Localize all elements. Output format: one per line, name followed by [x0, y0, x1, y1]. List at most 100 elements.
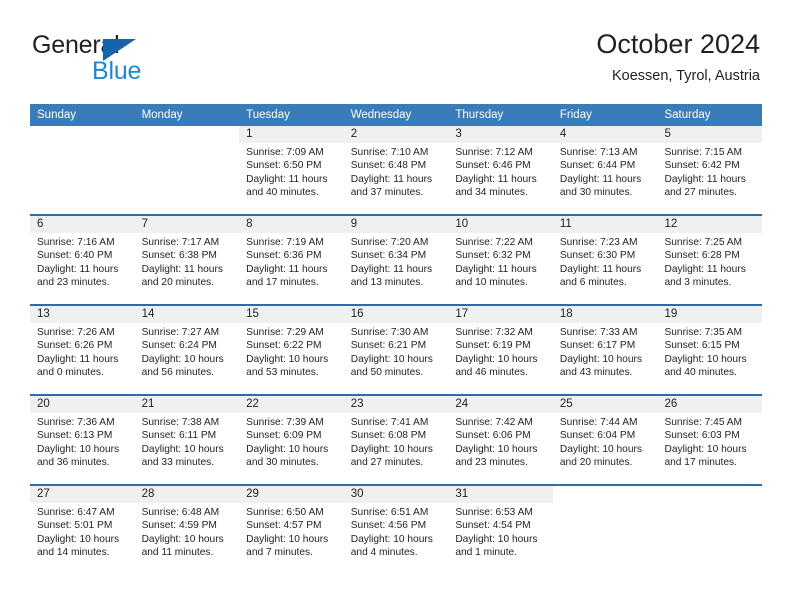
day-number: 26: [664, 398, 678, 410]
day-cell[interactable]: 10 Sunrise: 7:22 AM Sunset: 6:32 PM Dayligh…: [448, 216, 553, 304]
day-cell[interactable]: 3 Sunrise: 7:12 AM Sunset: 6:46 PM Daylight…: [448, 126, 553, 214]
day-number: 5: [664, 128, 671, 140]
daylight-text-line2: and 4 minutes.: [350, 546, 418, 558]
day-cell[interactable]: 26 Sunrise: 7:45 AM Sunset: 6:03 PM Dayligh…: [657, 396, 763, 484]
sunset-text: Sunset: 5:01 PM: [37, 520, 113, 532]
daylight-text-line1: Daylight: 11 hours: [246, 173, 328, 185]
day-cell[interactable]: 9 Sunrise: 7:20 AM Sunset: 6:34 PM Daylight…: [343, 216, 449, 304]
day-number-band: 31: [448, 486, 553, 503]
day-sun-info: Sunrise: 7:15 AM Sunset: 6:42 PM Daylight:…: [657, 143, 762, 199]
day-cell[interactable]: 1 Sunrise: 7:09 AM Sunset: 6:50 PM Daylight…: [239, 126, 344, 214]
day-sun-info: Sunrise: 7:41 AM Sunset: 6:08 PM Daylight:…: [344, 413, 449, 469]
day-cell[interactable]: 7 Sunrise: 7:17 AM Sunset: 6:38 PM Daylight…: [134, 216, 240, 304]
day-number-band: 29: [239, 486, 344, 503]
day-number: 4: [559, 128, 567, 140]
day-cell[interactable]: 21 Sunrise: 7:38 AM Sunset: 6:11 PM Dayligh…: [134, 396, 240, 484]
day-cell[interactable]: 16 Sunrise: 7:30 AM Sunset: 6:21 PM Dayligh…: [343, 306, 449, 394]
daylight-text-line1: Daylight: 11 hours: [141, 263, 223, 275]
sunset-text: Sunset: 6:28 PM: [664, 250, 740, 262]
day-sun-info: Sunrise: 7:38 AM Sunset: 6:11 PM Daylight:…: [135, 413, 240, 469]
day-cell[interactable]: 23 Sunrise: 7:41 AM Sunset: 6:08 PM Dayligh…: [343, 396, 449, 484]
day-number: 1: [246, 128, 253, 140]
day-cell[interactable]: 13 Sunrise: 7:26 AM Sunset: 6:26 PM Dayligh…: [30, 306, 135, 394]
daylight-text-line2: and 56 minutes.: [141, 366, 215, 378]
day-cell-empty: [552, 486, 658, 574]
day-cell[interactable]: 30 Sunrise: 6:51 AM Sunset: 4:56 PM Dayligh…: [343, 486, 449, 574]
daylight-text-line2: and 50 minutes.: [350, 366, 424, 378]
day-sun-info: Sunrise: 7:45 AM Sunset: 6:03 PM Daylight:…: [657, 413, 762, 469]
page-header: General Blue October 2024 Koessen, Tyrol…: [0, 0, 792, 100]
day-cell[interactable]: 17 Sunrise: 7:32 AM Sunset: 6:19 PM Dayligh…: [448, 306, 553, 394]
sunrise-text: Sunrise: 7:33 AM: [559, 327, 638, 338]
daylight-text-line2: and 40 minutes.: [664, 366, 737, 378]
day-number: 17: [455, 308, 469, 320]
day-cell[interactable]: 18 Sunrise: 7:33 AM Sunset: 6:17 PM Dayligh…: [552, 306, 658, 394]
daylight-text-line1: Daylight: 10 hours: [455, 443, 538, 455]
sunset-text: Sunset: 6:32 PM: [455, 250, 531, 262]
week-row: 13 Sunrise: 7:26 AM Sunset: 6:26 PM Dayligh…: [30, 304, 763, 394]
sunset-text: Sunset: 6:46 PM: [455, 160, 531, 172]
day-cell[interactable]: 4 Sunrise: 7:13 AM Sunset: 6:44 PM Daylight…: [552, 126, 658, 214]
sunrise-text: Sunrise: 6:48 AM: [141, 507, 220, 518]
day-cell[interactable]: 6 Sunrise: 7:16 AM Sunset: 6:40 PM Daylight…: [30, 216, 135, 304]
daylight-text-line1: Daylight: 10 hours: [455, 533, 538, 545]
day-cell[interactable]: 14 Sunrise: 7:27 AM Sunset: 6:24 PM Dayligh…: [134, 306, 240, 394]
sunset-text: Sunset: 6:40 PM: [37, 250, 113, 262]
daylight-text-line2: and 13 minutes.: [350, 276, 424, 288]
day-sun-info: Sunrise: 7:33 AM Sunset: 6:17 PM Daylight:…: [553, 323, 658, 379]
day-cell[interactable]: 15 Sunrise: 7:29 AM Sunset: 6:22 PM Dayligh…: [239, 306, 344, 394]
day-cell[interactable]: 25 Sunrise: 7:44 AM Sunset: 6:04 PM Dayligh…: [552, 396, 658, 484]
week-row: 27 Sunrise: 6:47 AM Sunset: 5:01 PM Dayligh…: [30, 484, 763, 574]
day-number: 2: [350, 128, 358, 140]
sunset-text: Sunset: 4:59 PM: [141, 520, 217, 532]
daylight-text-line1: Daylight: 11 hours: [664, 173, 746, 185]
day-cell[interactable]: 5 Sunrise: 7:15 AM Sunset: 6:42 PM Daylight…: [657, 126, 763, 214]
sunset-text: Sunset: 6:15 PM: [664, 340, 740, 352]
day-cell[interactable]: 31 Sunrise: 6:53 AM Sunset: 4:54 PM Dayligh…: [448, 486, 553, 574]
day-sun-info: Sunrise: 6:53 AM Sunset: 4:54 PM Daylight:…: [448, 503, 553, 559]
day-sun-info: Sunrise: 7:09 AM Sunset: 6:50 PM Daylight:…: [239, 143, 344, 199]
week-row: 1 Sunrise: 7:09 AM Sunset: 6:50 PM Daylight…: [30, 126, 763, 214]
sunrise-text: Sunrise: 7:27 AM: [141, 327, 220, 338]
daylight-text-line1: Daylight: 11 hours: [37, 263, 119, 275]
day-cell[interactable]: 8 Sunrise: 7:19 AM Sunset: 6:36 PM Daylight…: [239, 216, 344, 304]
day-number-band: 9: [343, 216, 449, 233]
daylight-text-line2: and 23 minutes.: [455, 456, 528, 468]
day-cell[interactable]: 2 Sunrise: 7:10 AM Sunset: 6:48 PM Daylight…: [343, 126, 449, 214]
day-number-band: 1: [239, 126, 344, 143]
day-cell[interactable]: 24 Sunrise: 7:42 AM Sunset: 6:06 PM Dayligh…: [448, 396, 553, 484]
day-cell[interactable]: 22 Sunrise: 7:39 AM Sunset: 6:09 PM Dayligh…: [239, 396, 344, 484]
day-cell[interactable]: 29 Sunrise: 6:50 AM Sunset: 4:57 PM Dayligh…: [239, 486, 344, 574]
day-sun-info: Sunrise: 6:48 AM Sunset: 4:59 PM Daylight:…: [135, 503, 240, 559]
day-cell[interactable]: 19 Sunrise: 7:35 AM Sunset: 6:15 PM Dayligh…: [657, 306, 763, 394]
daylight-text-line1: Daylight: 10 hours: [37, 443, 120, 455]
day-sun-info: Sunrise: 7:19 AM Sunset: 6:36 PM Daylight:…: [239, 233, 344, 289]
daylight-text-line2: and 20 minutes.: [141, 276, 215, 288]
day-cell[interactable]: 11 Sunrise: 7:23 AM Sunset: 6:30 PM Dayligh…: [552, 216, 658, 304]
day-sun-info: Sunrise: 7:17 AM Sunset: 6:38 PM Daylight:…: [135, 233, 240, 289]
day-cell[interactable]: 20 Sunrise: 7:36 AM Sunset: 6:13 PM Dayligh…: [30, 396, 135, 484]
day-number-band: 28: [134, 486, 240, 503]
day-number-band: [135, 126, 240, 143]
sunrise-text: Sunrise: 7:25 AM: [664, 237, 743, 248]
weekday-header-row: Sunday Monday Tuesday Wednesday Thursday…: [30, 104, 762, 126]
sunset-text: Sunset: 6:08 PM: [350, 430, 427, 442]
daylight-text-line1: Daylight: 10 hours: [350, 533, 433, 545]
day-sun-info: Sunrise: 7:25 AM Sunset: 6:28 PM Daylight:…: [657, 233, 762, 289]
sunset-text: Sunset: 6:13 PM: [37, 430, 113, 442]
daylight-text-line1: Daylight: 11 hours: [37, 353, 119, 365]
page-title: October 2024: [596, 29, 760, 59]
day-number: 15: [246, 308, 259, 320]
day-number-band: 11: [552, 216, 658, 233]
daylight-text-line1: Daylight: 10 hours: [350, 353, 433, 365]
day-number: 6: [37, 218, 44, 230]
day-sun-info: Sunrise: 6:50 AM Sunset: 4:57 PM Daylight:…: [239, 503, 344, 559]
daylight-text-line2: and 7 minutes.: [246, 546, 313, 558]
day-cell[interactable]: 27 Sunrise: 6:47 AM Sunset: 5:01 PM Dayligh…: [30, 486, 135, 574]
day-number: 29: [246, 488, 259, 500]
day-number-band: 4: [552, 126, 658, 143]
day-cell[interactable]: 28 Sunrise: 6:48 AM Sunset: 4:59 PM Dayligh…: [134, 486, 240, 574]
week-row: 20 Sunrise: 7:36 AM Sunset: 6:13 PM Dayligh…: [30, 394, 763, 484]
day-cell[interactable]: 12 Sunrise: 7:25 AM Sunset: 6:28 PM Dayligh…: [657, 216, 763, 304]
sunrise-text: Sunrise: 7:09 AM: [246, 147, 324, 158]
